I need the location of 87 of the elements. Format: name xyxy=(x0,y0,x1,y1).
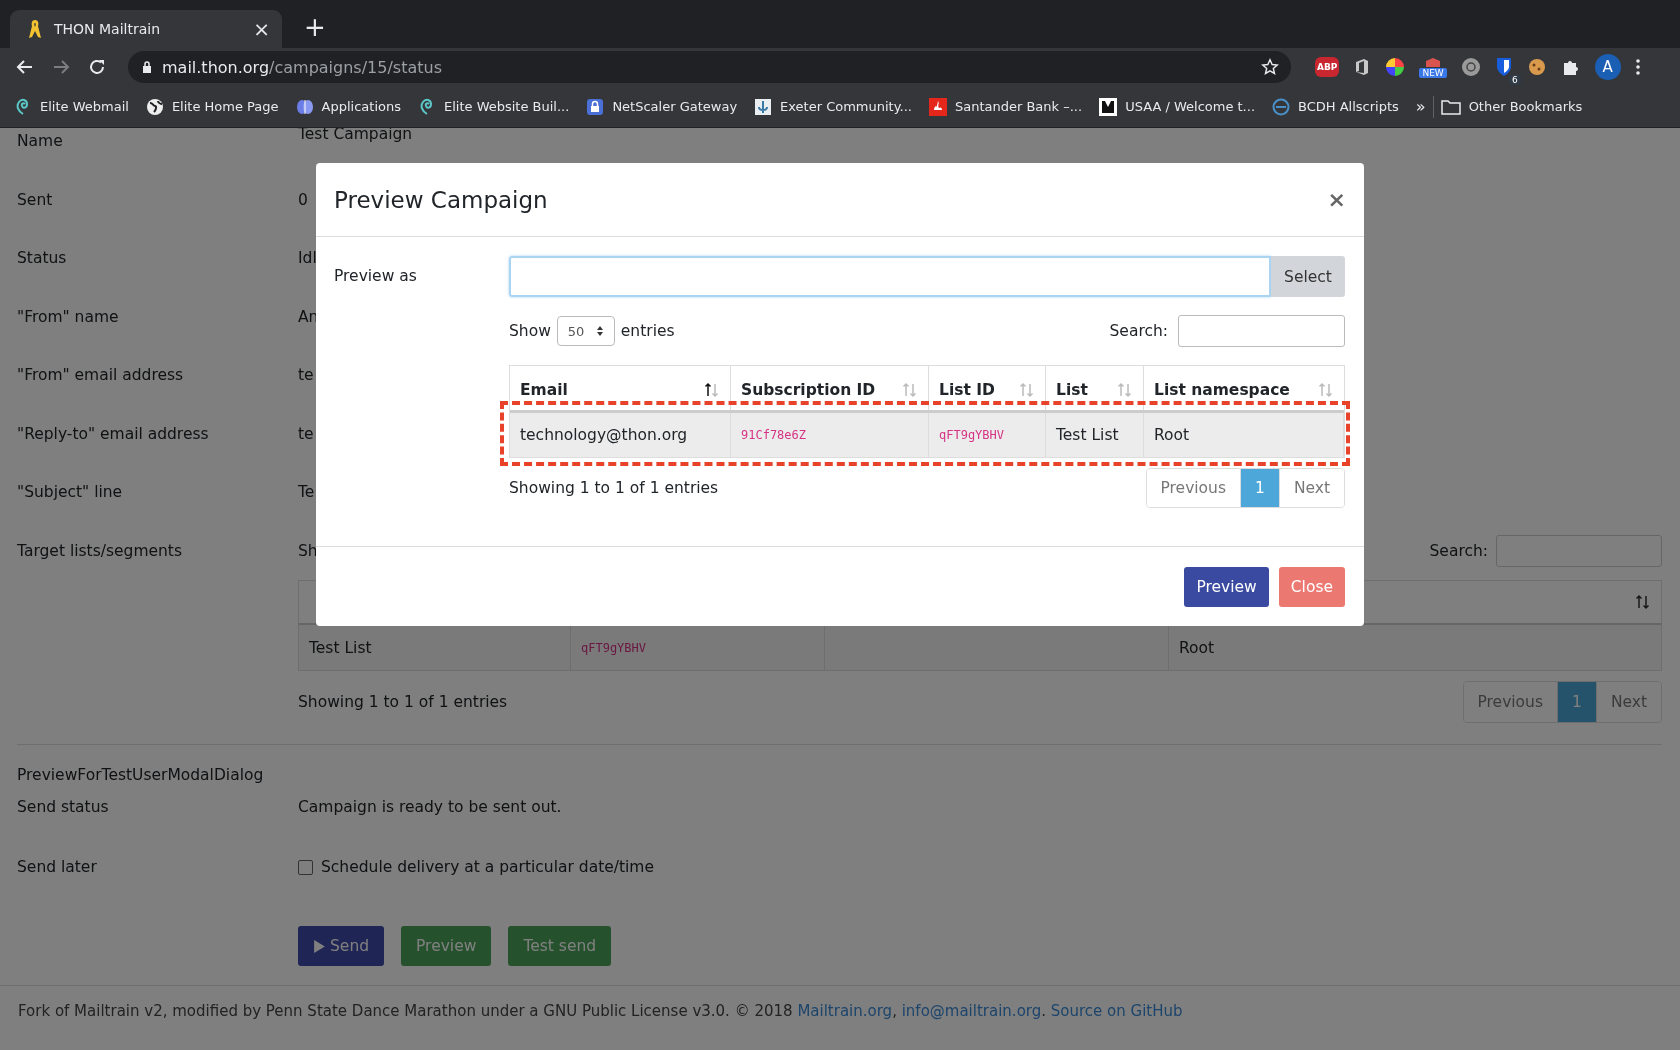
page-button[interactable]: Next xyxy=(1278,469,1344,507)
color-wheel-icon[interactable] xyxy=(1385,57,1406,77)
field-value: te xyxy=(298,424,314,443)
bookmark[interactable]: Santander Bank –... xyxy=(928,97,1083,116)
column-header[interactable]: List namespace xyxy=(1144,366,1344,410)
field-value: te xyxy=(298,366,314,385)
square-logo-icon xyxy=(1099,97,1118,116)
send-button[interactable]: Send xyxy=(298,926,385,966)
dialog-name: PreviewForTestUserModalDialog xyxy=(17,766,265,784)
table-cell: qFT9gYBHV xyxy=(929,413,1046,457)
field-value: Te xyxy=(298,483,315,502)
send-status-text: Campaign is ready to be sent out. xyxy=(298,798,562,816)
new-tab-button[interactable]: + xyxy=(304,12,326,42)
column-header[interactable]: Subscription ID xyxy=(731,366,929,410)
show-label: Show xyxy=(509,322,551,340)
other-bookmarks-folder[interactable]: Other Bookmarks xyxy=(1440,98,1583,115)
bookmark[interactable]: USAA / Welcome t... xyxy=(1099,97,1256,116)
field-label: Preview as xyxy=(334,267,418,287)
table-cell: Root xyxy=(1144,413,1344,457)
table-cell: 91Cf78e6Z xyxy=(731,413,929,457)
bookmark[interactable]: NetScaler Gateway xyxy=(586,97,738,116)
field-value: Idl xyxy=(298,249,317,268)
dialog-title: Preview Campaign xyxy=(334,186,548,213)
table-cell: technology@thon.org xyxy=(510,413,731,457)
field-label: Status xyxy=(17,249,68,268)
field-label: Send later xyxy=(17,858,98,876)
field-label: "Subject" line xyxy=(17,483,124,502)
bookmark[interactable]: Elite Webmail xyxy=(14,97,129,116)
search-field[interactable] xyxy=(1178,315,1345,347)
new-badge: NEW xyxy=(1419,67,1447,78)
field-label: Sent xyxy=(17,190,54,209)
field-value: Test Campaign xyxy=(298,128,413,144)
search-field[interactable] xyxy=(1496,534,1662,567)
play-icon xyxy=(313,938,326,954)
bookmark[interactable]: BCDH Allscripts xyxy=(1272,97,1399,116)
entries-label: entries xyxy=(620,322,675,340)
preview-button[interactable]: Preview xyxy=(1184,566,1269,607)
ribbon-icon xyxy=(28,19,42,39)
column-header[interactable]: Email xyxy=(510,366,731,410)
close-button[interactable]: × xyxy=(1327,187,1346,212)
lock-icon xyxy=(586,97,605,116)
shield-extension-icon[interactable] xyxy=(1494,57,1513,77)
bookmark[interactable]: Applications xyxy=(295,97,401,116)
back-icon[interactable] xyxy=(16,58,34,76)
bookmark[interactable]: Elite Home Page xyxy=(145,97,279,116)
profile-avatar[interactable]: A xyxy=(1594,54,1621,80)
ring-icon xyxy=(1272,97,1291,116)
table-cell: Test List xyxy=(1046,413,1144,457)
column-header[interactable]: List ID xyxy=(929,366,1046,410)
field-value: 0 xyxy=(298,190,308,209)
field-label: Name xyxy=(17,132,64,151)
schedule-checkbox[interactable]: Schedule delivery at a particular date/time xyxy=(298,858,654,876)
table-cell-text: Root xyxy=(1178,637,1216,659)
sort-icon[interactable] xyxy=(704,382,720,398)
menu-icon[interactable] xyxy=(1634,58,1641,76)
adblock-extension-icon[interactable]: ABP xyxy=(1315,57,1340,77)
preview-as-field[interactable] xyxy=(509,256,1271,297)
field-label: "Reply-to" email address xyxy=(17,424,210,443)
bookmark[interactable]: Exeter Community... xyxy=(754,97,912,116)
flame-icon xyxy=(928,97,947,116)
table-info: Showing 1 to 1 of 1 entries xyxy=(298,693,508,711)
star-icon[interactable] xyxy=(1261,58,1279,76)
count-badge: 6 xyxy=(1509,75,1521,85)
search-label: Search: xyxy=(1429,541,1488,560)
brain-icon xyxy=(295,97,314,116)
field-label: Send status xyxy=(17,798,110,816)
field-value: Sh xyxy=(298,541,318,560)
lock-icon xyxy=(142,61,152,73)
forward-icon[interactable] xyxy=(52,58,70,76)
table-info: Showing 1 to 1 of 1 entries xyxy=(509,479,719,497)
spinner-arrows-icon xyxy=(595,325,604,337)
field-label: "From" name xyxy=(17,307,120,326)
browser-tab[interactable]: THON Mailtrain × xyxy=(10,10,282,48)
page-size-select[interactable]: 50 xyxy=(556,316,615,346)
search-label: Search: xyxy=(1109,322,1168,340)
footer-text: Fork of Mailtrain v2, modified by Penn State Dance Marathon under a GNU Public License v3.0. © 2018 Mailtrain.org, info@mailtrain.org. Source on GitHub xyxy=(18,1002,1184,1020)
column-header[interactable]: List xyxy=(1046,366,1144,410)
select-button[interactable]: Select xyxy=(1271,256,1345,297)
bookmark[interactable]: Elite Website Buil... xyxy=(417,97,570,116)
field-label: Target lists/segments xyxy=(17,541,183,560)
more-bookmarks-button[interactable]: » xyxy=(1415,97,1426,116)
folder-icon xyxy=(1440,98,1461,115)
close-tab-button[interactable]: × xyxy=(253,17,270,41)
cookie-icon[interactable] xyxy=(1526,57,1547,77)
reload-icon[interactable] xyxy=(88,58,106,76)
field-label: "From" email address xyxy=(17,366,185,385)
address-bar[interactable]: mail.thon.org/campaigns/15/status xyxy=(128,51,1291,83)
